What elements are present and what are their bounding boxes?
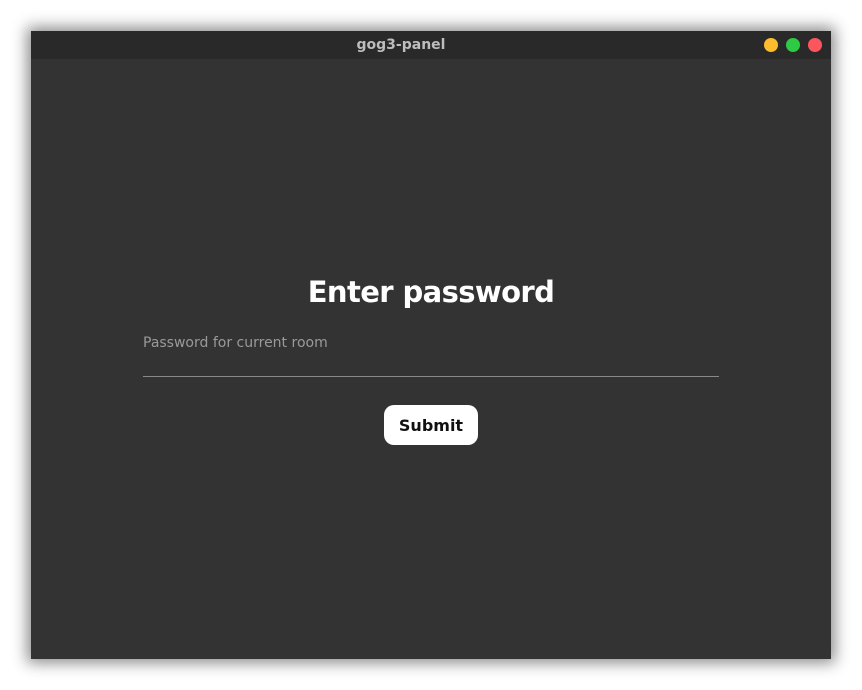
minimize-icon[interactable]: [764, 38, 778, 52]
close-icon[interactable]: [808, 38, 822, 52]
page-title: Enter password: [307, 275, 555, 309]
title-bar[interactable]: gog3-panel: [31, 31, 831, 59]
window-title: gog3-panel: [356, 37, 446, 53]
password-form: Enter password Submit: [31, 59, 831, 659]
password-input[interactable]: [143, 329, 719, 377]
submit-button[interactable]: Submit: [384, 405, 478, 445]
app-window: gog3-panel Enter password Submit: [31, 31, 831, 659]
maximize-icon[interactable]: [786, 38, 800, 52]
